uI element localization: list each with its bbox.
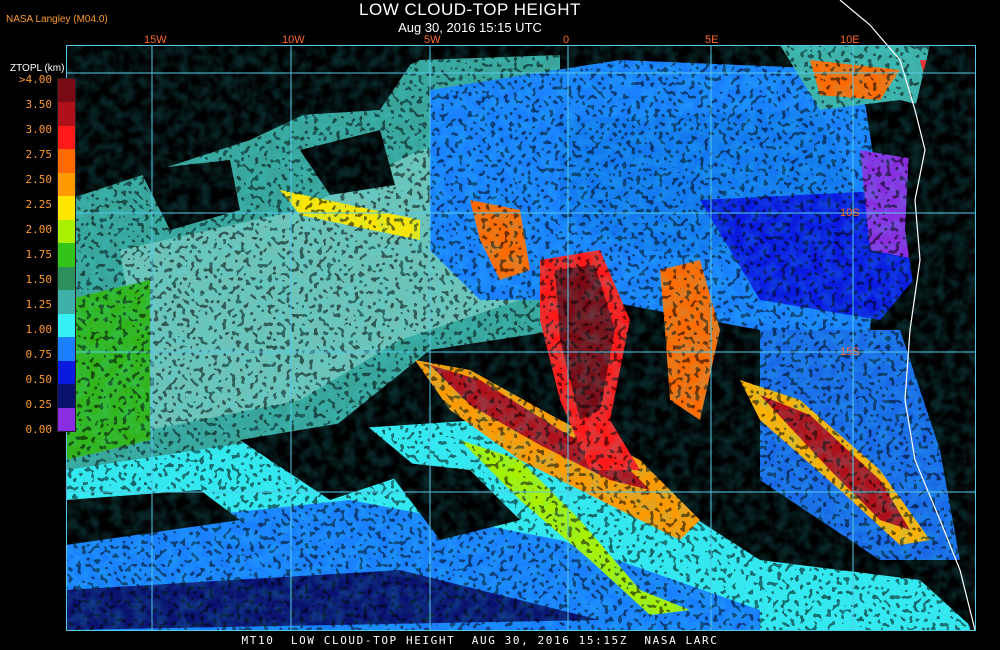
colorbar-swatch — [58, 172, 75, 197]
colorbar-label: 2.50 — [25, 173, 53, 186]
lat-label-15s: 15S — [840, 346, 860, 358]
colorbar-label: 2.25 — [25, 198, 53, 211]
colorbar-label: 0.50 — [25, 373, 53, 386]
lon-label-10w: 10W — [282, 34, 305, 46]
colorbar-swatch — [58, 219, 75, 244]
colorbar-swatch — [58, 243, 75, 267]
colorbar-label: 1.50 — [25, 273, 53, 286]
colorbar-swatch — [58, 290, 75, 314]
colorbar-label: 2.00 — [25, 223, 53, 236]
colorbar-label: 1.00 — [25, 323, 53, 336]
colorbar-label: >4.00 — [18, 73, 52, 86]
colorbar — [57, 78, 76, 432]
colorbar-swatch — [58, 125, 75, 150]
colorbar-swatch — [58, 360, 75, 385]
colorbar-swatch — [58, 79, 75, 103]
colorbar-swatch — [58, 149, 75, 173]
page-title: LOW CLOUD-TOP HEIGHT — [359, 0, 581, 19]
lon-label-5w: 5W — [424, 34, 441, 46]
colorbar-swatch — [58, 266, 75, 291]
colorbar-swatch — [58, 196, 75, 220]
colorbar-swatch — [58, 407, 75, 432]
colorbar-label: 0.00 — [25, 423, 53, 436]
satellite-cloud-height-map: 15W 10W 5W 0 5E 10E 10S 15S — [66, 0, 976, 631]
longitude-labels: 15W 10W 5W 0 5E 10E — [144, 34, 860, 46]
colorbar-label: 0.25 — [25, 398, 53, 411]
colorbar-swatch — [58, 313, 75, 338]
lon-label-5e: 5E — [705, 34, 718, 46]
colorbar-swatch — [58, 102, 75, 126]
colorbar-label: 3.50 — [25, 98, 53, 111]
lon-label-10e: 10E — [840, 34, 860, 46]
footer-caption: MT10 LOW CLOUD-TOP HEIGHT AUG 30, 2016 1… — [241, 634, 719, 647]
colorbar-label: 1.25 — [25, 298, 53, 311]
grain-overlay — [66, 45, 975, 630]
colorbar-swatch — [58, 337, 75, 361]
lon-label-15w: 15W — [144, 34, 167, 46]
colorbar-label: 2.75 — [25, 148, 53, 161]
lat-label-10s: 10S — [840, 207, 860, 219]
lon-label-0: 0 — [563, 34, 569, 46]
colorbar-swatch — [58, 384, 75, 408]
colorbar-label: 0.75 — [25, 348, 53, 361]
colorbar-label: 3.00 — [25, 123, 53, 136]
colorbar-label: 1.75 — [25, 248, 53, 261]
page-subtitle: Aug 30, 2016 15:15 UTC — [398, 20, 542, 35]
